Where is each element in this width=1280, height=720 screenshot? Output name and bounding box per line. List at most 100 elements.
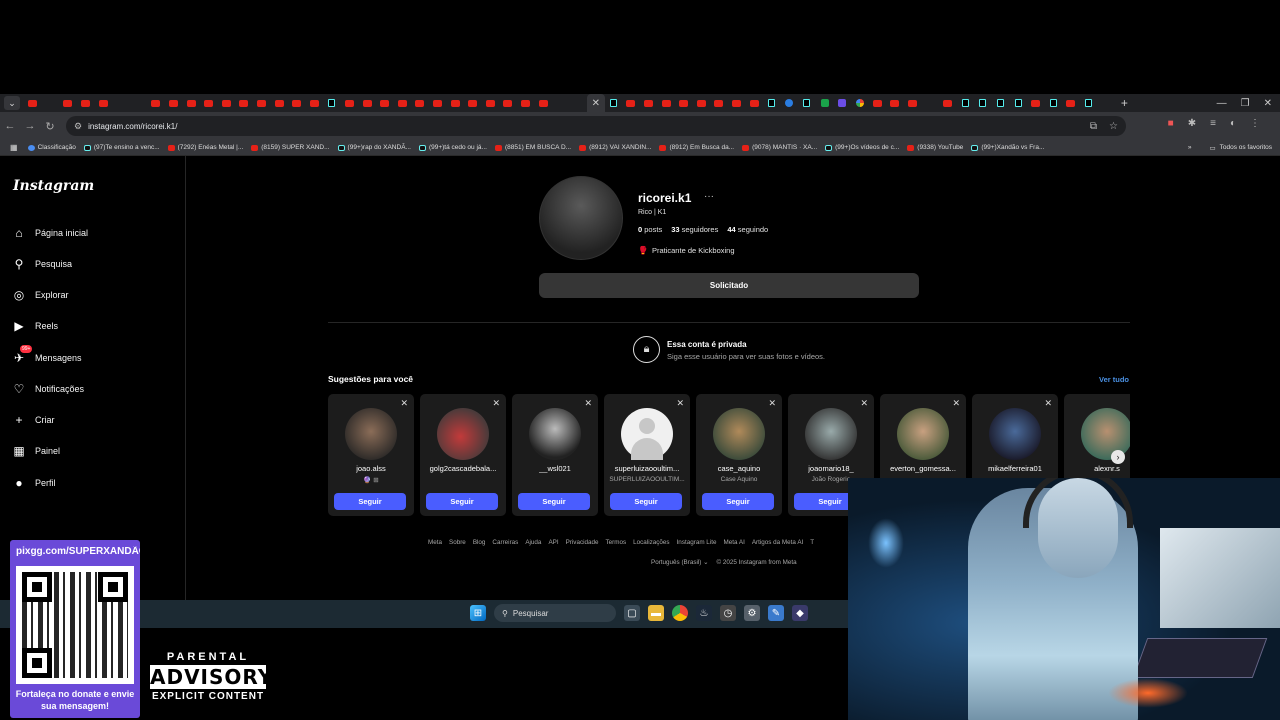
suggestion-username[interactable]: everton_gomessa... bbox=[884, 464, 962, 473]
bookmark-item[interactable]: (9078) MANTIS · XA... bbox=[742, 144, 817, 151]
browser-tab[interactable] bbox=[24, 94, 42, 112]
dismiss-icon[interactable]: ✕ bbox=[400, 398, 408, 409]
file-explorer-icon[interactable]: ▬ bbox=[648, 605, 664, 621]
follow-button[interactable]: Seguir bbox=[334, 493, 406, 510]
apps-grid-icon[interactable]: ▦ bbox=[10, 143, 18, 152]
bookmark-label[interactable]: (8912) Em Busca da... bbox=[669, 144, 734, 151]
sidebar-item-explore[interactable]: ◎ Explorar bbox=[12, 288, 69, 302]
see-all-link[interactable]: Ver tudo bbox=[1099, 375, 1129, 384]
footer-link[interactable]: Meta AI bbox=[723, 539, 744, 546]
bookmark-label[interactable]: (9338) YouTube bbox=[917, 144, 963, 151]
bookmark-label[interactable]: Classificação bbox=[38, 144, 76, 151]
footer-link[interactable]: Ajuda bbox=[525, 539, 541, 546]
suggestion-username[interactable]: superluizaooultim... bbox=[608, 464, 686, 473]
new-tab-button[interactable]: + bbox=[1121, 96, 1128, 110]
browser-tab[interactable] bbox=[939, 94, 957, 112]
close-window-icon[interactable]: ✕ bbox=[1264, 98, 1272, 109]
browser-tab[interactable] bbox=[816, 94, 834, 112]
suggestion-username[interactable]: alexnr.s bbox=[1068, 464, 1130, 473]
all-bookmarks[interactable]: » ▭ Todos os favoritos bbox=[1188, 144, 1272, 152]
suggestion-avatar[interactable] bbox=[345, 408, 397, 460]
extension-icon[interactable]: ■ bbox=[1168, 118, 1174, 129]
browser-tab[interactable] bbox=[481, 94, 499, 112]
bookmark-label[interactable]: (99+)Xandão vs Fra... bbox=[981, 144, 1044, 151]
browser-tab[interactable] bbox=[499, 94, 517, 112]
suggestion-username[interactable]: joaomario18_ bbox=[792, 464, 870, 473]
suggestion-avatar[interactable] bbox=[621, 408, 673, 460]
browser-tab[interactable] bbox=[358, 94, 376, 112]
sidebar-item-heart[interactable]: ♡ Notificações bbox=[12, 382, 84, 396]
sidebar-item-home[interactable]: ⌂ Página inicial bbox=[12, 226, 88, 240]
bookmark-label[interactable]: (99+)Os vídeos de c... bbox=[835, 144, 899, 151]
site-info-icon[interactable]: ⚙ bbox=[74, 121, 82, 132]
browser-tab[interactable] bbox=[728, 94, 746, 112]
task-view-icon[interactable]: ▢ bbox=[624, 605, 640, 621]
bookmark-label[interactable]: (7292) Enéas Metal |... bbox=[178, 144, 244, 151]
next-arrow-icon[interactable]: › bbox=[1111, 450, 1125, 464]
suggestion-username[interactable]: golg2cascadebala... bbox=[424, 464, 502, 473]
suggestion-avatar[interactable] bbox=[437, 408, 489, 460]
bookmark-item[interactable]: (99+)tá cedo ou já... bbox=[418, 144, 487, 151]
dismiss-icon[interactable]: ✕ bbox=[768, 398, 776, 409]
footer-link[interactable]: T bbox=[810, 539, 814, 546]
browser-tab[interactable] bbox=[0, 94, 130, 258]
browser-tab[interactable] bbox=[0, 94, 939, 258]
bookmark-item[interactable]: (8912) Em Busca da... bbox=[659, 144, 734, 151]
browser-tab[interactable] bbox=[0, 94, 570, 258]
reload-icon[interactable]: ↻ bbox=[40, 120, 60, 133]
bookmark-star-icon[interactable]: ☆ bbox=[1109, 121, 1118, 132]
dismiss-icon[interactable]: ✕ bbox=[860, 398, 868, 409]
suggestion-username[interactable]: case_aquino bbox=[700, 464, 778, 473]
browser-tab[interactable] bbox=[781, 94, 799, 112]
bookmark-item[interactable]: (9338) YouTube bbox=[907, 144, 963, 151]
browser-tab[interactable] bbox=[77, 94, 95, 112]
bookmark-label[interactable]: (8851) EM BUSCA D... bbox=[505, 144, 571, 151]
browser-tab[interactable] bbox=[798, 94, 816, 112]
bookmark-item[interactable]: (8159) SUPER XAND... bbox=[251, 144, 330, 151]
all-bookmarks-label[interactable]: Todos os favoritos bbox=[1220, 144, 1272, 151]
requested-button[interactable]: Solicitado bbox=[539, 273, 919, 298]
suggestion-username[interactable]: joao.alss bbox=[332, 464, 410, 473]
start-icon[interactable]: ⊞ bbox=[470, 605, 486, 621]
menu-dots-icon[interactable]: ⋮ bbox=[1250, 118, 1260, 129]
restore-icon[interactable]: ❐ bbox=[1241, 98, 1250, 109]
sidebar-item-dashboard[interactable]: ▦ Painel bbox=[12, 444, 60, 458]
footer-link[interactable]: Blog bbox=[473, 539, 486, 546]
reading-list-icon[interactable]: ≡ bbox=[1210, 118, 1216, 129]
suggestion-avatar[interactable] bbox=[989, 408, 1041, 460]
browser-tab[interactable] bbox=[411, 94, 429, 112]
footer-link[interactable]: Instagram Lite bbox=[677, 539, 717, 546]
browser-tab[interactable] bbox=[59, 94, 77, 112]
sidebar-item-profile-avatar[interactable]: ● Perfil bbox=[12, 476, 55, 490]
footer-link[interactable]: Privacidade bbox=[566, 539, 599, 546]
forward-icon[interactable]: → bbox=[20, 120, 40, 132]
steam-icon[interactable]: ♨ bbox=[696, 605, 712, 621]
bookmark-item[interactable]: (99+)Os vídeos de c... bbox=[825, 144, 899, 151]
browser-tab[interactable] bbox=[0, 94, 148, 258]
dismiss-icon[interactable]: ✕ bbox=[1044, 398, 1052, 409]
bookmark-item[interactable]: (7292) Enéas Metal |... bbox=[167, 144, 244, 151]
chevron-double-icon[interactable]: » bbox=[1188, 144, 1192, 151]
extensions-puzzle-icon[interactable]: ✱ bbox=[1188, 118, 1196, 129]
footer-link[interactable]: API bbox=[548, 539, 558, 546]
browser-tab[interactable] bbox=[323, 94, 341, 112]
paint-icon[interactable]: ✎ bbox=[768, 605, 784, 621]
bookmark-item[interactable]: (99+)rap do XANDÃ... bbox=[337, 144, 411, 151]
browser-tab[interactable] bbox=[605, 94, 623, 112]
footer-link[interactable]: Localizações bbox=[633, 539, 669, 546]
browser-tab[interactable] bbox=[147, 94, 165, 112]
close-tab-icon[interactable]: ✕ bbox=[592, 98, 600, 109]
browser-tab[interactable] bbox=[1009, 94, 1027, 112]
app-icon[interactable]: ◷ bbox=[720, 605, 736, 621]
browser-tab[interactable] bbox=[235, 94, 253, 112]
chrome-icon[interactable] bbox=[672, 605, 688, 621]
bookmark-label[interactable]: (8159) SUPER XAND... bbox=[261, 144, 329, 151]
suggestion-avatar[interactable] bbox=[897, 408, 949, 460]
install-app-icon[interactable]: ⧉ bbox=[1090, 121, 1097, 132]
footer-link[interactable]: Sobre bbox=[449, 539, 466, 546]
omnibox[interactable]: ⚙ instagram.com/ricorei.k1/ ⧉ ☆ bbox=[66, 116, 1126, 136]
browser-tab[interactable] bbox=[341, 94, 359, 112]
browser-tab[interactable] bbox=[886, 94, 904, 112]
browser-tab[interactable] bbox=[869, 94, 887, 112]
vpn-icon[interactable]: ◆ bbox=[792, 605, 808, 621]
